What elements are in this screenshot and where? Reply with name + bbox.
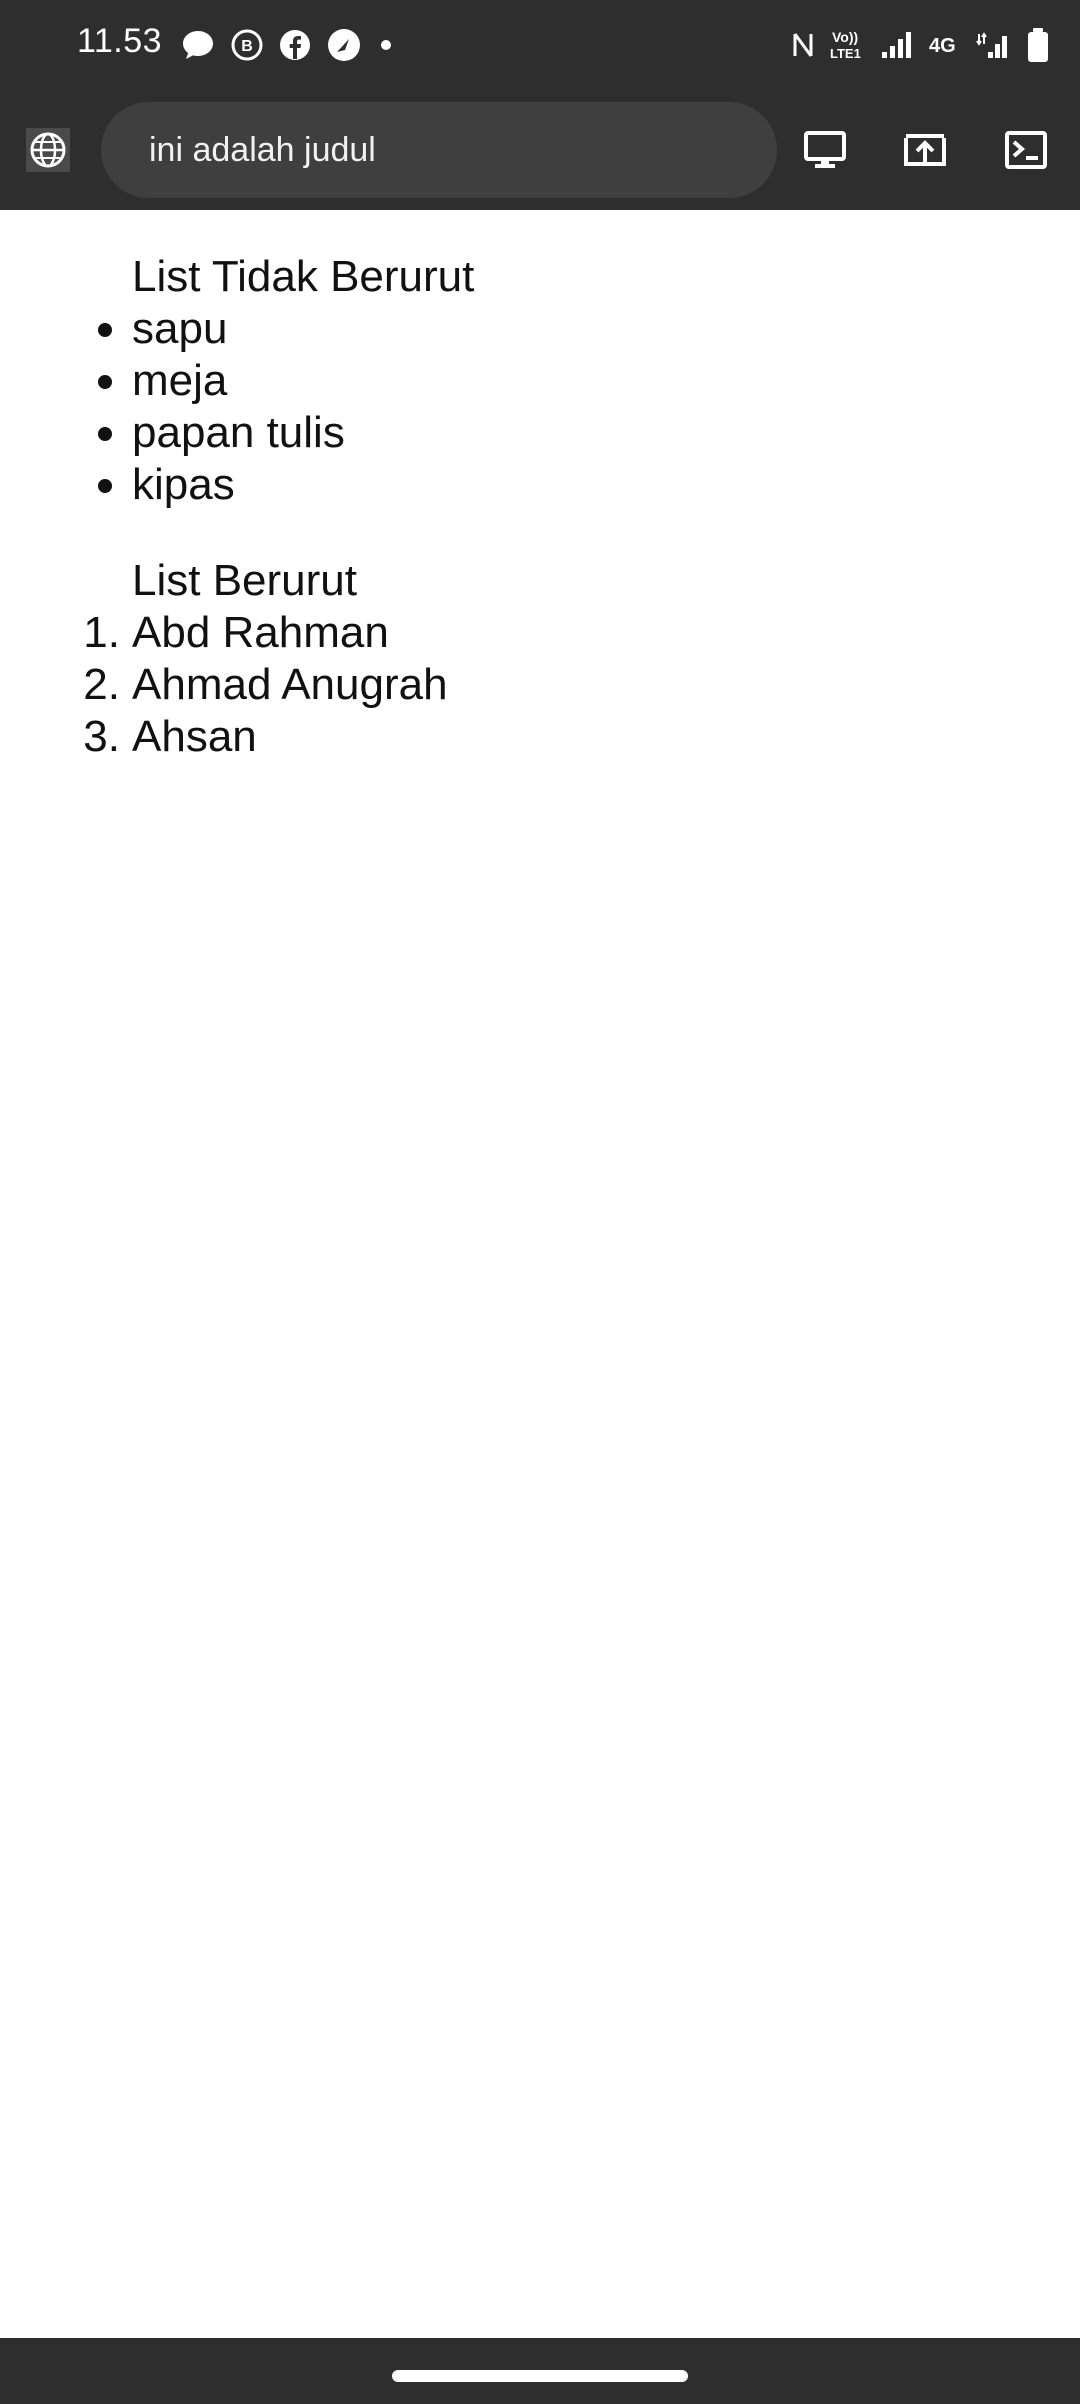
4g-icon: 4G <box>928 30 962 60</box>
svg-text:Vo)): Vo)) <box>832 29 858 45</box>
unordered-list-caption: List Tidak Berurut <box>132 252 475 301</box>
status-time: 11.53 <box>77 22 163 60</box>
list-item-text: Ahsan <box>132 712 257 761</box>
bbm-icon: B <box>230 28 264 62</box>
list-item-text: papan tulis <box>132 408 345 457</box>
facebook-icon <box>278 28 312 62</box>
console-icon[interactable] <box>996 120 1056 180</box>
svg-text:LTE1: LTE1 <box>830 46 861 61</box>
number-marker: 3. <box>83 712 120 761</box>
dot-icon <box>376 35 396 55</box>
system-icons: Vo)) LTE1 4G <box>792 24 1050 66</box>
browser-toolbar: ini adalah judul <box>0 90 1080 210</box>
desktop-icon[interactable] <box>795 120 855 180</box>
number-marker: 2. <box>83 660 120 709</box>
status-bar: 11.53 B Vo)) LTE1 4G <box>0 0 1080 90</box>
list-item-text: sapu <box>132 304 228 353</box>
url-bar[interactable]: ini adalah judul <box>101 102 777 198</box>
list-item-text: Abd Rahman <box>132 608 389 657</box>
svg-text:4G: 4G <box>929 35 956 57</box>
url-text[interactable]: ini adalah judul <box>149 102 376 198</box>
volte-icon: Vo)) LTE1 <box>828 28 866 62</box>
message-icon <box>180 28 216 62</box>
ordered-list-caption: List Berurut <box>132 556 357 605</box>
list-item-text: meja <box>132 356 228 405</box>
globe-icon[interactable] <box>26 128 70 172</box>
list-item-text: kipas <box>132 460 235 509</box>
bullet-marker <box>98 479 112 493</box>
signal-icon <box>976 30 1012 60</box>
bullet-marker <box>98 427 112 441</box>
battery-icon <box>1026 27 1050 63</box>
upload-icon[interactable] <box>895 120 955 180</box>
svg-text:B: B <box>241 38 253 55</box>
home-gesture-handle[interactable] <box>392 2370 688 2382</box>
speed-icon <box>326 27 362 63</box>
number-marker: 1. <box>83 608 120 657</box>
signal-icon <box>880 30 914 60</box>
nfc-icon <box>792 30 814 60</box>
navigation-bar <box>0 2338 1080 2404</box>
bullet-marker <box>98 375 112 389</box>
notification-icons: B <box>180 26 396 64</box>
list-item-text: Ahmad Anugrah <box>132 660 448 709</box>
bullet-marker <box>98 323 112 337</box>
